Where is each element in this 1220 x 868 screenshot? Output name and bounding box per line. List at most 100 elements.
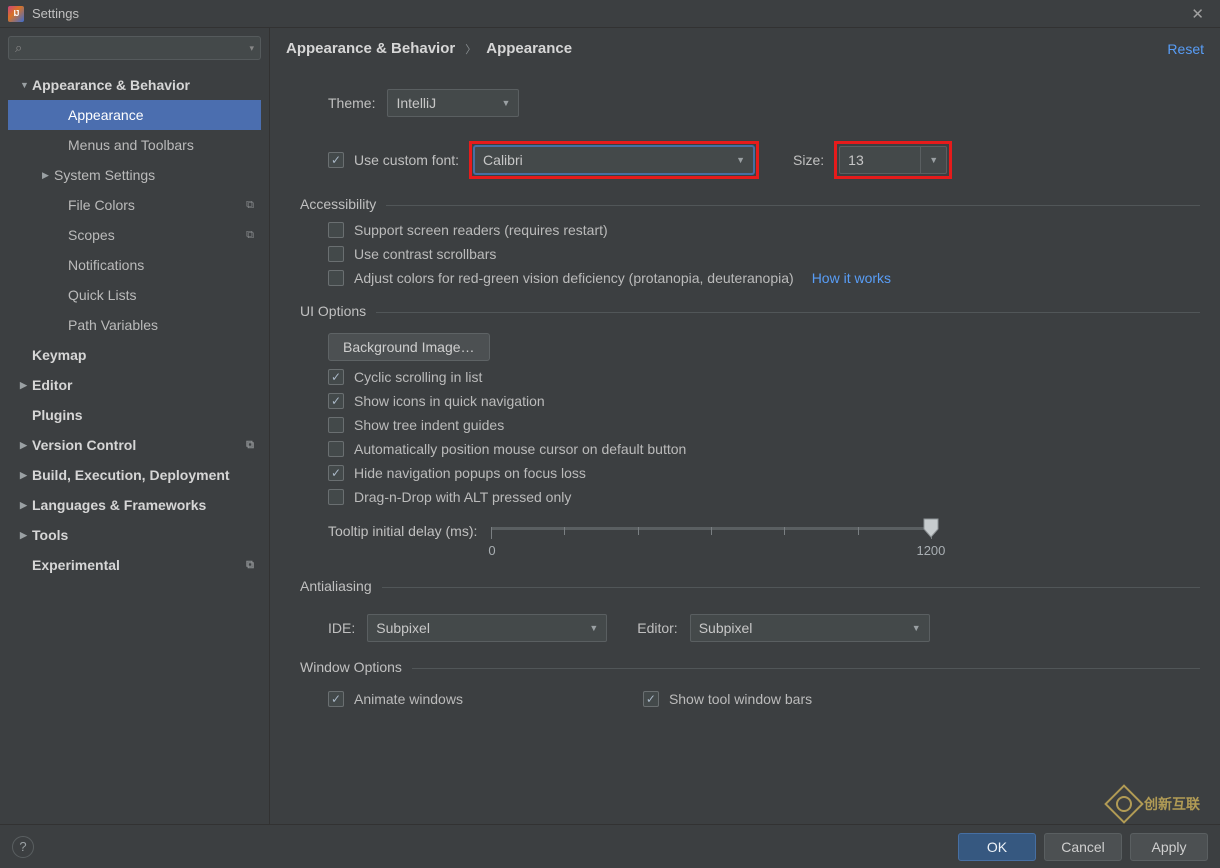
- tree-item-label: Scopes: [68, 227, 243, 243]
- screen-readers-label: Support screen readers (requires restart…: [354, 222, 608, 238]
- auto-mouse-checkbox[interactable]: [328, 441, 344, 457]
- animate-windows-checkbox[interactable]: [328, 691, 344, 707]
- tooltip-delay-label: Tooltip initial delay (ms):: [328, 521, 477, 539]
- window-title: Settings: [32, 6, 79, 21]
- tree-item-file-colors[interactable]: ▶File Colors⧉: [8, 190, 261, 220]
- chevron-down-icon[interactable]: ▾: [249, 43, 254, 54]
- screen-readers-checkbox[interactable]: [328, 222, 344, 238]
- close-icon[interactable]: ✕: [1185, 3, 1210, 25]
- aa-ide-value: Subpixel: [376, 620, 430, 636]
- aa-editor-value: Subpixel: [699, 620, 753, 636]
- tree-item-label: Notifications: [68, 257, 261, 273]
- theme-label: Theme:: [328, 95, 375, 111]
- font-name-combo[interactable]: Calibri ▼: [474, 146, 754, 174]
- tree-item-keymap[interactable]: ▶Keymap: [8, 340, 261, 370]
- aa-editor-label: Editor:: [637, 620, 677, 636]
- search-icon: ⌕: [15, 40, 22, 56]
- breadcrumb-page: Appearance: [486, 40, 572, 57]
- reset-link[interactable]: Reset: [1167, 41, 1204, 57]
- chevron-icon: ▶: [20, 500, 32, 511]
- cancel-button[interactable]: Cancel: [1044, 833, 1122, 861]
- project-scope-icon: ⧉: [243, 198, 257, 212]
- tree-item-label: Quick Lists: [68, 287, 261, 303]
- tree-item-label: Plugins: [32, 407, 261, 423]
- tree-item-label: Languages & Frameworks: [32, 497, 261, 513]
- app-icon: [8, 6, 24, 22]
- chevron-down-icon: ▼: [920, 147, 938, 173]
- chevron-icon: ▼: [20, 80, 32, 90]
- font-size-combo[interactable]: 13 ▼: [839, 146, 947, 174]
- project-scope-icon: ⧉: [243, 558, 257, 572]
- tree-item-label: Version Control: [32, 437, 243, 453]
- cyclic-scrolling-checkbox[interactable]: [328, 369, 344, 385]
- ok-button[interactable]: OK: [958, 833, 1036, 861]
- tree-item-appearance[interactable]: ▶Appearance: [8, 100, 261, 130]
- theme-combo[interactable]: IntelliJ ▼: [387, 89, 519, 117]
- font-combo-highlight: Calibri ▼: [469, 141, 759, 179]
- help-button[interactable]: ?: [12, 836, 34, 858]
- hide-nav-popups-label: Hide navigation popups on focus loss: [354, 465, 586, 481]
- antialiasing-legend: Antialiasing: [300, 578, 382, 594]
- tree-indent-checkbox[interactable]: [328, 417, 344, 433]
- tree-item-label: Keymap: [32, 347, 261, 363]
- show-tool-bars-checkbox[interactable]: [643, 691, 659, 707]
- breadcrumb-group: Appearance & Behavior: [286, 40, 455, 57]
- background-image-button[interactable]: Background Image…: [328, 333, 490, 361]
- adjust-colors-checkbox[interactable]: [328, 270, 344, 286]
- adjust-colors-label: Adjust colors for red-green vision defic…: [354, 270, 794, 286]
- tree-item-label: Appearance: [68, 107, 261, 123]
- use-custom-font-checkbox[interactable]: [328, 152, 344, 168]
- tree-item-notifications[interactable]: ▶Notifications: [8, 250, 261, 280]
- apply-button[interactable]: Apply: [1130, 833, 1208, 861]
- aa-editor-combo[interactable]: Subpixel ▼: [690, 614, 930, 642]
- show-icons-nav-checkbox[interactable]: [328, 393, 344, 409]
- font-size-highlight: 13 ▼: [834, 141, 952, 179]
- tooltip-delay-slider[interactable]: 0 1200: [491, 521, 931, 561]
- tree-item-languages-frameworks[interactable]: ▶Languages & Frameworks: [8, 490, 261, 520]
- tree-item-appearance-behavior[interactable]: ▼Appearance & Behavior: [8, 70, 261, 100]
- aa-ide-combo[interactable]: Subpixel ▼: [367, 614, 607, 642]
- chevron-right-icon: 〉: [465, 41, 476, 57]
- cyclic-scrolling-label: Cyclic scrolling in list: [354, 369, 482, 385]
- font-size-label: Size:: [793, 152, 824, 168]
- accessibility-legend: Accessibility: [300, 196, 386, 212]
- tree-item-label: Experimental: [32, 557, 243, 573]
- tree-item-label: Path Variables: [68, 317, 261, 333]
- font-size-value: 13: [848, 152, 864, 168]
- chevron-icon: ▶: [20, 440, 32, 451]
- dnd-alt-checkbox[interactable]: [328, 489, 344, 505]
- tree-item-label: Build, Execution, Deployment: [32, 467, 261, 483]
- show-icons-nav-label: Show icons in quick navigation: [354, 393, 545, 409]
- tree-item-plugins[interactable]: ▶Plugins: [8, 400, 261, 430]
- tree-item-version-control[interactable]: ▶Version Control⧉: [8, 430, 261, 460]
- tree-item-label: Menus and Toolbars: [68, 137, 261, 153]
- tree-item-system-settings[interactable]: ▶System Settings: [8, 160, 261, 190]
- aa-ide-label: IDE:: [328, 620, 355, 636]
- tree-indent-label: Show tree indent guides: [354, 417, 504, 433]
- tree-item-label: File Colors: [68, 197, 243, 213]
- tree-item-menus-and-toolbars[interactable]: ▶Menus and Toolbars: [8, 130, 261, 160]
- tree-item-build-execution-deployment[interactable]: ▶Build, Execution, Deployment: [8, 460, 261, 490]
- tree-item-label: Tools: [32, 527, 261, 543]
- use-custom-font-label: Use custom font:: [354, 152, 459, 168]
- hide-nav-popups-checkbox[interactable]: [328, 465, 344, 481]
- animate-windows-label: Animate windows: [354, 691, 463, 707]
- tree-item-label: Editor: [32, 377, 261, 393]
- breadcrumb: Appearance & Behavior 〉 Appearance: [286, 40, 1167, 57]
- search-input[interactable]: [26, 41, 249, 56]
- how-it-works-link[interactable]: How it works: [812, 270, 891, 286]
- slider-max: 1200: [916, 543, 945, 558]
- tree-item-quick-lists[interactable]: ▶Quick Lists: [8, 280, 261, 310]
- tree-item-editor[interactable]: ▶Editor: [8, 370, 261, 400]
- tree-item-tools[interactable]: ▶Tools: [8, 520, 261, 550]
- contrast-scrollbars-label: Use contrast scrollbars: [354, 246, 496, 262]
- search-box[interactable]: ⌕ ▾: [8, 36, 261, 60]
- tree-item-experimental[interactable]: ▶Experimental⧉: [8, 550, 261, 580]
- contrast-scrollbars-checkbox[interactable]: [328, 246, 344, 262]
- chevron-icon: ▶: [20, 530, 32, 541]
- tree-item-scopes[interactable]: ▶Scopes⧉: [8, 220, 261, 250]
- tree-item-path-variables[interactable]: ▶Path Variables: [8, 310, 261, 340]
- chevron-down-icon: ▼: [589, 623, 598, 633]
- chevron-down-icon: ▼: [502, 98, 511, 108]
- window-options-legend: Window Options: [300, 659, 412, 675]
